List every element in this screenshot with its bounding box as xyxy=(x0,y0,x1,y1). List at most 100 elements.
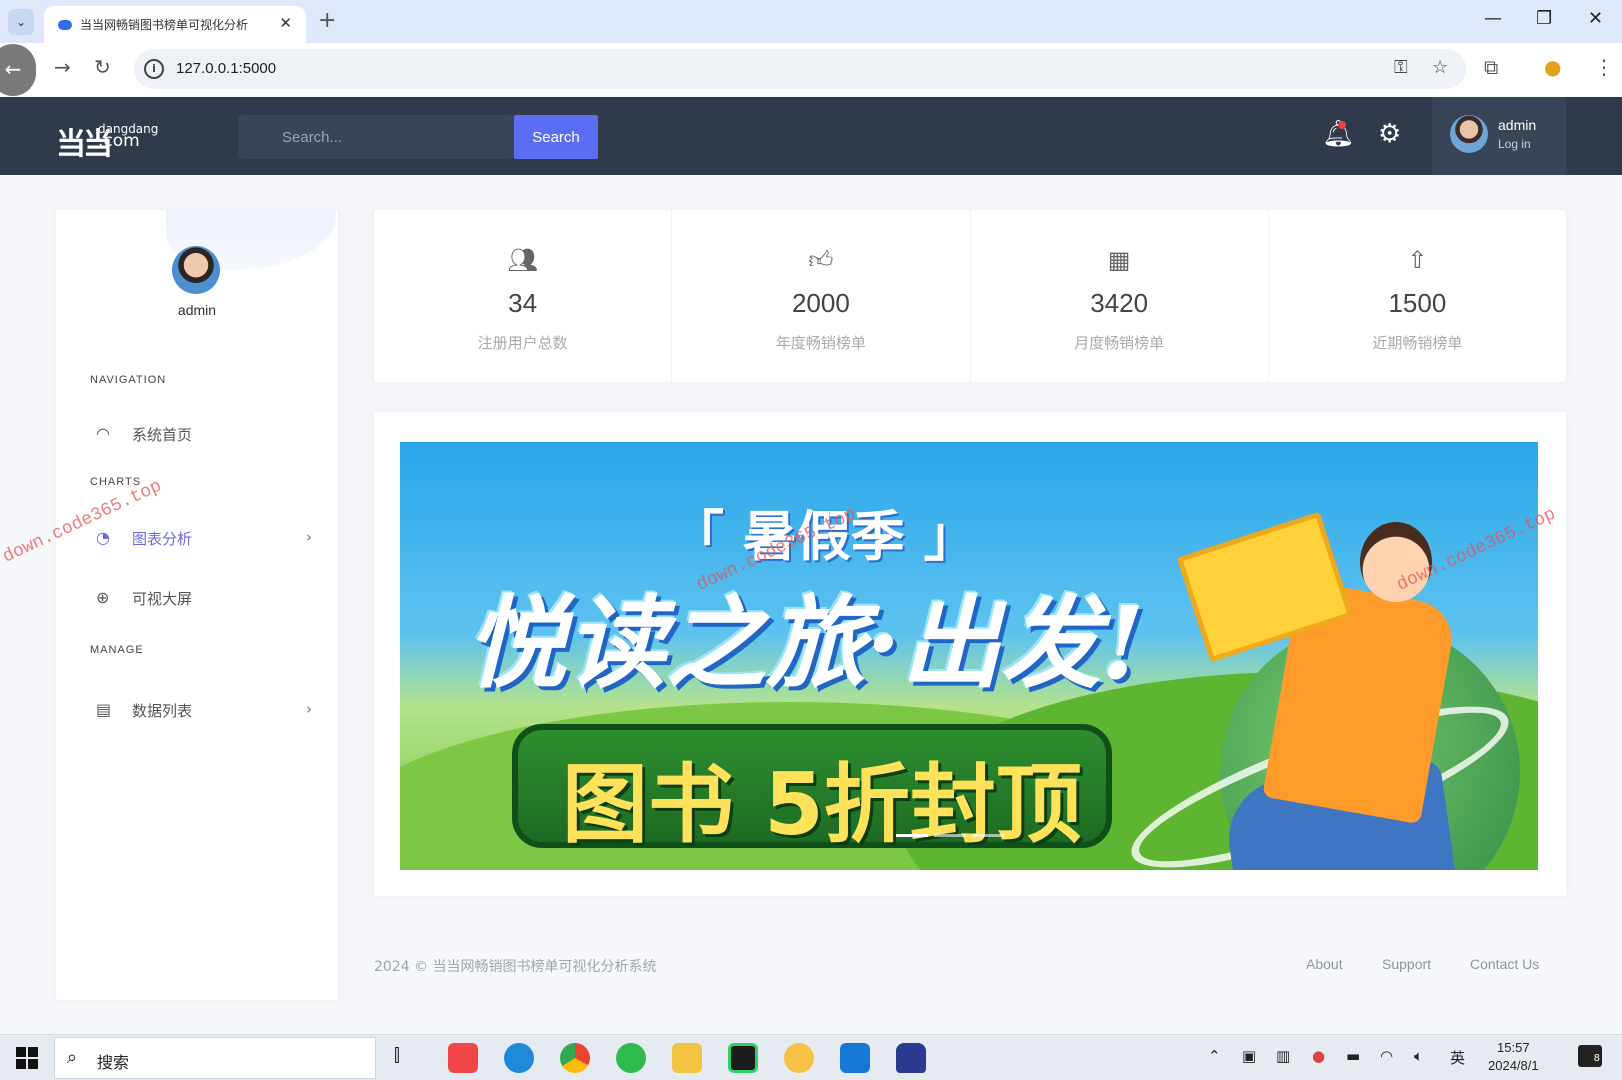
chevron-right-icon: › xyxy=(306,528,312,546)
sidebar-item-label: 图表分析 xyxy=(132,530,193,548)
stats-panel: 👥︎ 34 注册用户总数 👍︎ 2000 年度畅销榜单 ▦ 3420 月度畅销榜… xyxy=(374,210,1566,382)
app-icon[interactable] xyxy=(840,1043,870,1073)
sidebar-item-data-list[interactable]: ▤ 数据列表 › xyxy=(90,692,312,728)
sidebar: admin NAVIGATION ◠ 系统首页 CHARTS ◔ 图表分析 › … xyxy=(56,210,338,1000)
login-link[interactable]: Log in xyxy=(1498,137,1531,151)
browser-tab-strip: ⌄ 当当网畅销图书榜单可视化分析 ✕ + — ❐ ✕ xyxy=(0,0,1622,43)
promo-banner[interactable]: 「 暑假季 」 悦读之旅·出发! 图书 5折封顶 xyxy=(400,442,1538,870)
tray-app-icon[interactable]: ▥ xyxy=(1276,1047,1290,1065)
pie-chart-icon: ◔ xyxy=(96,528,110,547)
arrow-up-icon: ⇧ xyxy=(1407,246,1428,274)
page-footer: 2024 © 当当网畅销图书榜单可视化分析系统 About Support Co… xyxy=(374,956,1566,980)
taskbar-search-label: 搜索 xyxy=(97,1053,130,1072)
clock-time: 15:57 xyxy=(1497,1040,1530,1055)
carousel-dot[interactable] xyxy=(972,834,1004,837)
clock[interactable]: 15:57 2024/8/1 xyxy=(1488,1039,1539,1075)
sidebar-item-home[interactable]: ◠ 系统首页 xyxy=(90,416,312,452)
stat-value: 1500 xyxy=(1388,288,1447,318)
search-input[interactable] xyxy=(238,115,514,159)
footer-link-contact[interactable]: Contact Us xyxy=(1470,956,1539,972)
reload-icon[interactable]: ↻ xyxy=(94,55,111,79)
folder-icon[interactable] xyxy=(672,1043,702,1073)
tray-app-icon[interactable]: ● xyxy=(1312,1047,1325,1065)
taskbar-search[interactable]: ⌕ 搜索 xyxy=(54,1037,376,1079)
search-icon: ⌕ xyxy=(67,1047,78,1068)
section-navigation: NAVIGATION xyxy=(90,374,167,386)
app-icon[interactable] xyxy=(784,1043,814,1073)
browser-tab[interactable]: 当当网畅销图书榜单可视化分析 ✕ xyxy=(44,6,306,43)
battery-icon[interactable]: ▬ xyxy=(1346,1047,1360,1065)
volume-icon[interactable]: 🔈︎ xyxy=(1414,1047,1423,1065)
password-key-icon[interactable]: ⚿ xyxy=(1394,57,1408,78)
app-icon[interactable] xyxy=(896,1043,926,1073)
extensions-icon[interactable]: ⧉ xyxy=(1484,55,1498,79)
copyright: 2024 © 当当网畅销图书榜单可视化分析系统 xyxy=(374,959,657,975)
wechat-icon[interactable] xyxy=(616,1043,646,1073)
sidebar-item-chart-analysis[interactable]: ◔ 图表分析 › xyxy=(90,520,312,556)
stat-label: 注册用户总数 xyxy=(477,334,568,352)
banner-reader-head xyxy=(1360,522,1432,602)
notification-dot xyxy=(1338,121,1346,129)
menu-icon[interactable]: ⋮ xyxy=(1594,55,1614,79)
stat-value: 2000 xyxy=(791,288,850,318)
new-tab-icon[interactable]: + xyxy=(318,8,336,33)
avatar xyxy=(1450,115,1488,153)
windows-start-icon[interactable] xyxy=(16,1047,38,1069)
stat-value: 3420 xyxy=(1090,288,1149,318)
url-text[interactable]: 127.0.0.1:5000 xyxy=(176,60,276,77)
edge-icon[interactable] xyxy=(504,1043,534,1073)
notification-icon[interactable]: 8 xyxy=(1578,1045,1602,1067)
chrome-icon[interactable] xyxy=(560,1043,590,1073)
close-icon[interactable]: ✕ xyxy=(279,14,292,32)
section-manage: MANAGE xyxy=(90,644,144,656)
info-icon[interactable]: i xyxy=(144,59,164,79)
omnibox[interactable]: i 127.0.0.1:5000 ⚿ ☆ xyxy=(134,49,1466,89)
taskbar: ⌕ 搜索 ⫿ ⌃ ▣ ▥ ● ▬ ◠ 🔈︎ 英 15:57 2024/8/1 8 xyxy=(0,1034,1622,1080)
sidebar-item-big-screen[interactable]: ⊕ 可视大屏 xyxy=(90,580,312,616)
globe-icon: ⊕ xyxy=(96,588,110,607)
dangdang-logo[interactable]: 当当 dangdang .com xyxy=(56,119,158,163)
stat-label: 年度畅销榜单 xyxy=(775,334,866,352)
carousel-indicators xyxy=(896,822,1010,841)
forward-icon[interactable]: → xyxy=(54,55,71,79)
tray-app-icon[interactable]: ▣ xyxy=(1242,1047,1256,1065)
carousel-dot[interactable] xyxy=(934,834,966,837)
gear-icon[interactable]: ⚙ xyxy=(1378,119,1401,149)
ide-icon[interactable] xyxy=(728,1043,758,1073)
stat-card-recent: ⇧ 1500 近期畅销榜单 xyxy=(1269,210,1566,382)
task-view-icon[interactable]: ⫿ xyxy=(394,1045,400,1066)
users-icon: 👥︎ xyxy=(507,246,538,274)
app-header: 当当 dangdang .com Search 🔔︎ ⚙ admin Log i… xyxy=(0,97,1622,175)
banner-card: 「 暑假季 」 悦读之旅·出发! 图书 5折封顶 xyxy=(374,412,1566,896)
search-button[interactable]: Search xyxy=(514,115,598,159)
sidebar-user-name: admin xyxy=(177,302,217,318)
footer-link-support[interactable]: Support xyxy=(1382,956,1431,972)
sidebar-item-label: 数据列表 xyxy=(132,702,193,720)
tab-favicon-icon xyxy=(58,20,72,30)
tab-list-icon[interactable]: ⌄ xyxy=(8,9,34,35)
profile-icon[interactable]: ● xyxy=(1544,55,1561,79)
window-close-icon[interactable]: ✕ xyxy=(1588,8,1603,29)
minimize-icon[interactable]: — xyxy=(1484,8,1502,29)
clock-date: 2024/8/1 xyxy=(1488,1058,1539,1073)
logo-text: dangdang .com xyxy=(98,123,158,151)
logo-bottom: .com xyxy=(98,131,140,151)
stat-card-annual: 👍︎ 2000 年度畅销榜单 xyxy=(672,210,971,382)
user-menu[interactable]: admin Log in xyxy=(1432,97,1566,175)
address-bar: ← → ↻ i 127.0.0.1:5000 ⚿ ☆ ⧉ ● ⋮ xyxy=(0,43,1622,97)
stat-label: 近期畅销榜单 xyxy=(1372,334,1463,352)
sidebar-item-label: 可视大屏 xyxy=(132,590,193,608)
footer-link-about[interactable]: About xyxy=(1306,956,1343,972)
ime-indicator[interactable]: 英 xyxy=(1450,1047,1465,1068)
stat-label: 月度畅销榜单 xyxy=(1074,334,1165,352)
restore-icon[interactable]: ❐ xyxy=(1536,8,1552,29)
banner-headline: 悦读之旅·出发! xyxy=(466,584,1145,702)
chevron-up-icon[interactable]: ⌃ xyxy=(1208,1047,1221,1065)
stat-value: 34 xyxy=(508,288,538,318)
app-icon[interactable] xyxy=(448,1043,478,1073)
wifi-icon[interactable]: ◠ xyxy=(1380,1047,1393,1065)
carousel-dot[interactable] xyxy=(896,834,928,837)
dashboard-icon: ◠ xyxy=(96,424,110,443)
bookmark-star-icon[interactable]: ☆ xyxy=(1432,57,1448,78)
back-icon[interactable]: ← xyxy=(0,44,36,96)
